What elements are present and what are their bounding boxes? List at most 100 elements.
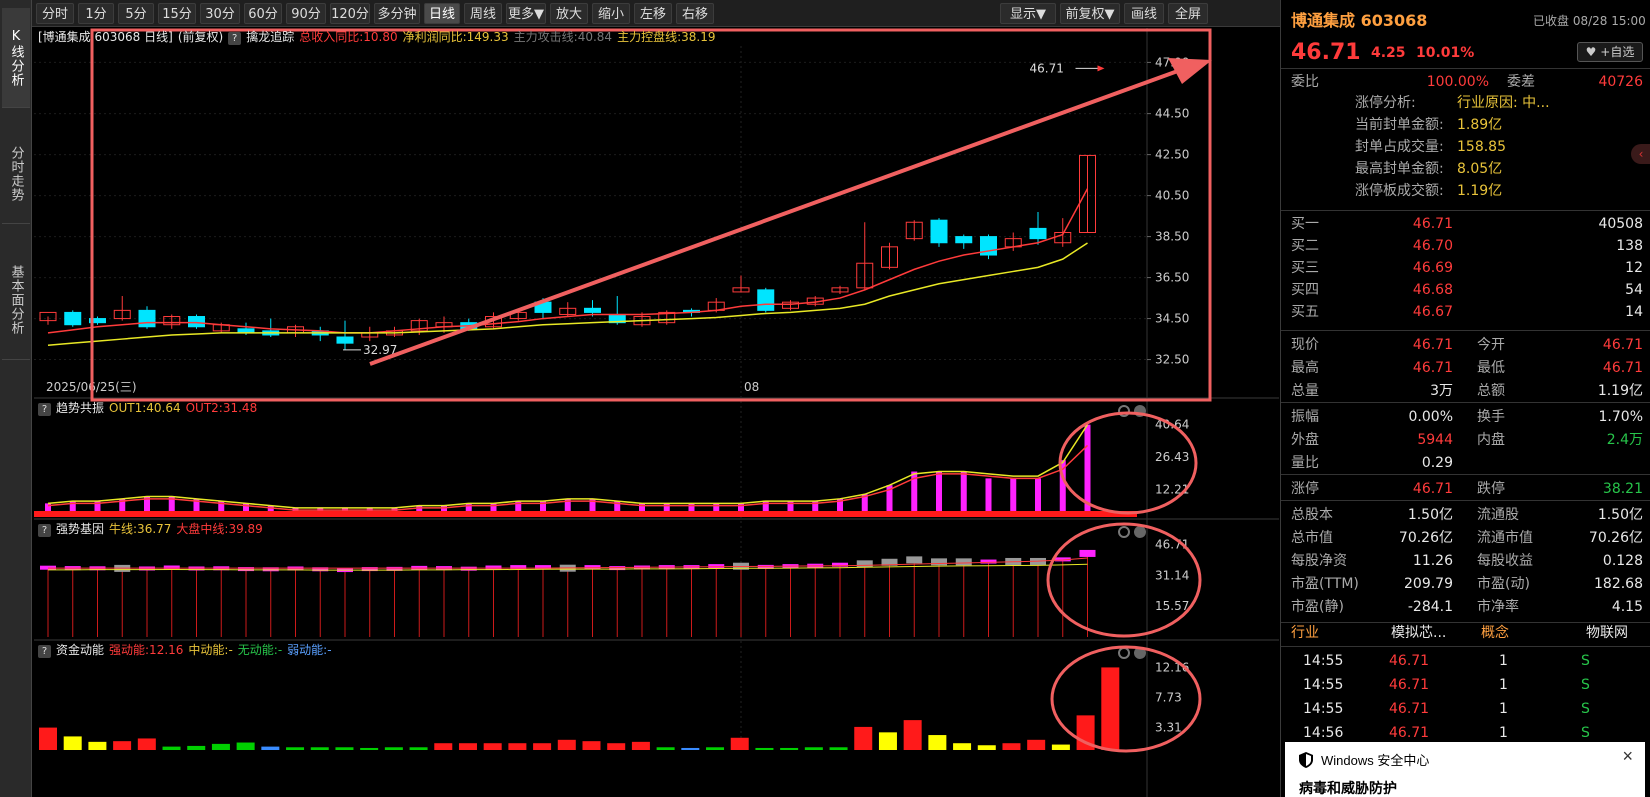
limit-value-4: 1.19亿 [1457,183,1503,199]
collapse-arrow-icon[interactable]: ‹ [1631,144,1650,164]
candle-body [757,289,775,311]
momentum-bar [458,743,477,750]
candle-body [1029,227,1047,240]
quote3-value-0-0: 46.71 [1412,481,1453,497]
main-legend: [博通集成 603068 日线] (前复权)? 擒龙追踪 总收入同比:10.80 净利润… [38,29,725,45]
y-tick-label: 38.50 [1155,230,1189,244]
concept-label[interactable]: 概念 [1481,622,1509,644]
momentum-bar [854,726,873,750]
fin-label-3-1: 市盈(动) [1477,576,1530,592]
help-icon[interactable]: ? [228,32,242,45]
bid-label-1: 买二 [1291,238,1319,254]
tick-volume-1: 1 [1499,677,1508,693]
y-tick-label: 7.73 [1155,691,1182,705]
fq-label[interactable]: (前复权) [178,30,223,44]
momentum-bar [953,743,972,750]
momentum-bar [829,747,848,750]
quote2-label-1-1: 内盘 [1477,432,1505,448]
bid-label-4: 买五 [1291,304,1319,320]
trend-bar [960,471,967,517]
fin-label-2-1: 每股收益 [1477,553,1533,569]
legend-item-0: 强动能:12.16 [109,643,184,657]
indicator-name[interactable]: 擒龙追踪 [246,30,294,44]
momentum-bar [878,732,897,750]
tick-side-3: S [1581,725,1590,741]
candle-body [138,309,156,328]
bid-volume-3: 54 [1625,282,1643,298]
bid-price-4[interactable]: 46.67 [1391,301,1453,323]
quote2-value-0-0: 0.00% [1408,409,1453,425]
bid-label-3: 买四 [1291,282,1319,298]
panel4-legend: ? 资金动能 强动能:12.16 中动能:- 无动能:- 弱动能:- [38,642,342,658]
panel2-name[interactable]: 趋势共振 [56,401,104,415]
momentum-bar [1002,743,1021,750]
panel3-name[interactable]: 强势基因 [56,522,104,536]
candle-body [955,236,973,244]
y-tick-label: 42.50 [1155,148,1189,162]
industry-value[interactable]: 模拟芯... [1391,622,1446,644]
momentum-bar [903,720,922,750]
help-icon[interactable]: ? [38,645,51,658]
fin-value-3-1: 182.68 [1594,576,1643,592]
momentum-bar [39,727,57,750]
tick-time-1: 14:55 [1303,677,1344,693]
momentum-bar [508,743,527,750]
momentum-bar [409,747,428,750]
trend-bar [936,471,942,517]
panel4-name[interactable]: 资金动能 [56,643,104,657]
momentum-bar [706,747,725,750]
y-tick-label: 36.50 [1155,271,1189,285]
app-window: K线分析 分时走势 基本面分析 分时 1分 5分 15分 30分 60分 90分 120分 多分… [0,0,1650,797]
fin-label-0-0: 总股本 [1291,507,1333,523]
chart-area[interactable]: 47.0044.5042.5040.5038.5036.5034.5032.50… [0,0,1280,797]
industry-label[interactable]: 行业 [1291,622,1319,644]
bid-price-0[interactable]: 46.71 [1391,213,1453,235]
candle-body [188,316,205,328]
candle-body [930,219,948,244]
bid-volume-2: 12 [1625,260,1643,276]
quote2-value-1-0: 5944 [1417,432,1453,448]
add-watchlist-button[interactable]: ♥ +自选 [1577,42,1643,62]
momentum-bar [162,746,181,750]
momentum-bar [681,747,700,750]
limit-value-1: 1.89亿 [1457,117,1503,133]
candle-body [584,307,601,313]
quote-label-0-1: 今开 [1477,337,1505,353]
momentum-bar [977,745,996,750]
tick-side-2: S [1581,701,1590,717]
tick-time-2: 14:55 [1303,701,1344,717]
bid-price-3[interactable]: 46.68 [1391,279,1453,301]
momentum-bar [780,747,799,750]
legend-item-3: 弱动能:- [287,643,332,657]
tick-side-0: S [1581,653,1590,669]
tick-time-3: 14:56 [1303,725,1344,741]
bid-label-2: 买三 [1291,260,1319,276]
limit-key-4: 涨停板成交额: [1355,183,1444,199]
momentum-bar [211,743,230,750]
bid-volume-1: 138 [1616,238,1643,254]
fin-label-0-1: 流通股 [1477,507,1519,523]
momentum-bar [1101,667,1120,750]
close-circle-icon[interactable] [1134,526,1146,538]
heart-icon: ♥ [1585,45,1597,59]
limit-value-0: 行业原因: 中... [1457,95,1550,111]
momentum-bar [137,738,156,750]
panel3-legend: ? 强势基因 牛线:36.77 大盘中线:39.89 [38,521,273,537]
weicha-value: 40726 [1598,74,1643,90]
quote2-value-0-1: 1.70% [1598,409,1643,425]
concept-value[interactable]: 物联网 [1586,622,1628,644]
momentum-bar [928,735,947,750]
help-icon[interactable]: ? [38,403,51,416]
tick-price-2: 46.71 [1389,701,1430,717]
help-icon[interactable]: ? [38,524,51,537]
momentum-bar [557,739,576,750]
tick-volume-3: 1 [1499,725,1508,741]
bid-price-1[interactable]: 46.70 [1391,235,1453,257]
momentum-bar [236,742,255,750]
windows-security-popup[interactable]: Windows 安全中心 × 病毒和威胁防护 [1285,742,1645,797]
fin-value-0-0: 1.50亿 [1407,507,1453,523]
trend-base-bar [34,511,1137,517]
legend-item-0: OUT1:40.64 [109,401,181,415]
close-icon[interactable]: × [1622,746,1633,767]
bid-price-2[interactable]: 46.69 [1391,257,1453,279]
